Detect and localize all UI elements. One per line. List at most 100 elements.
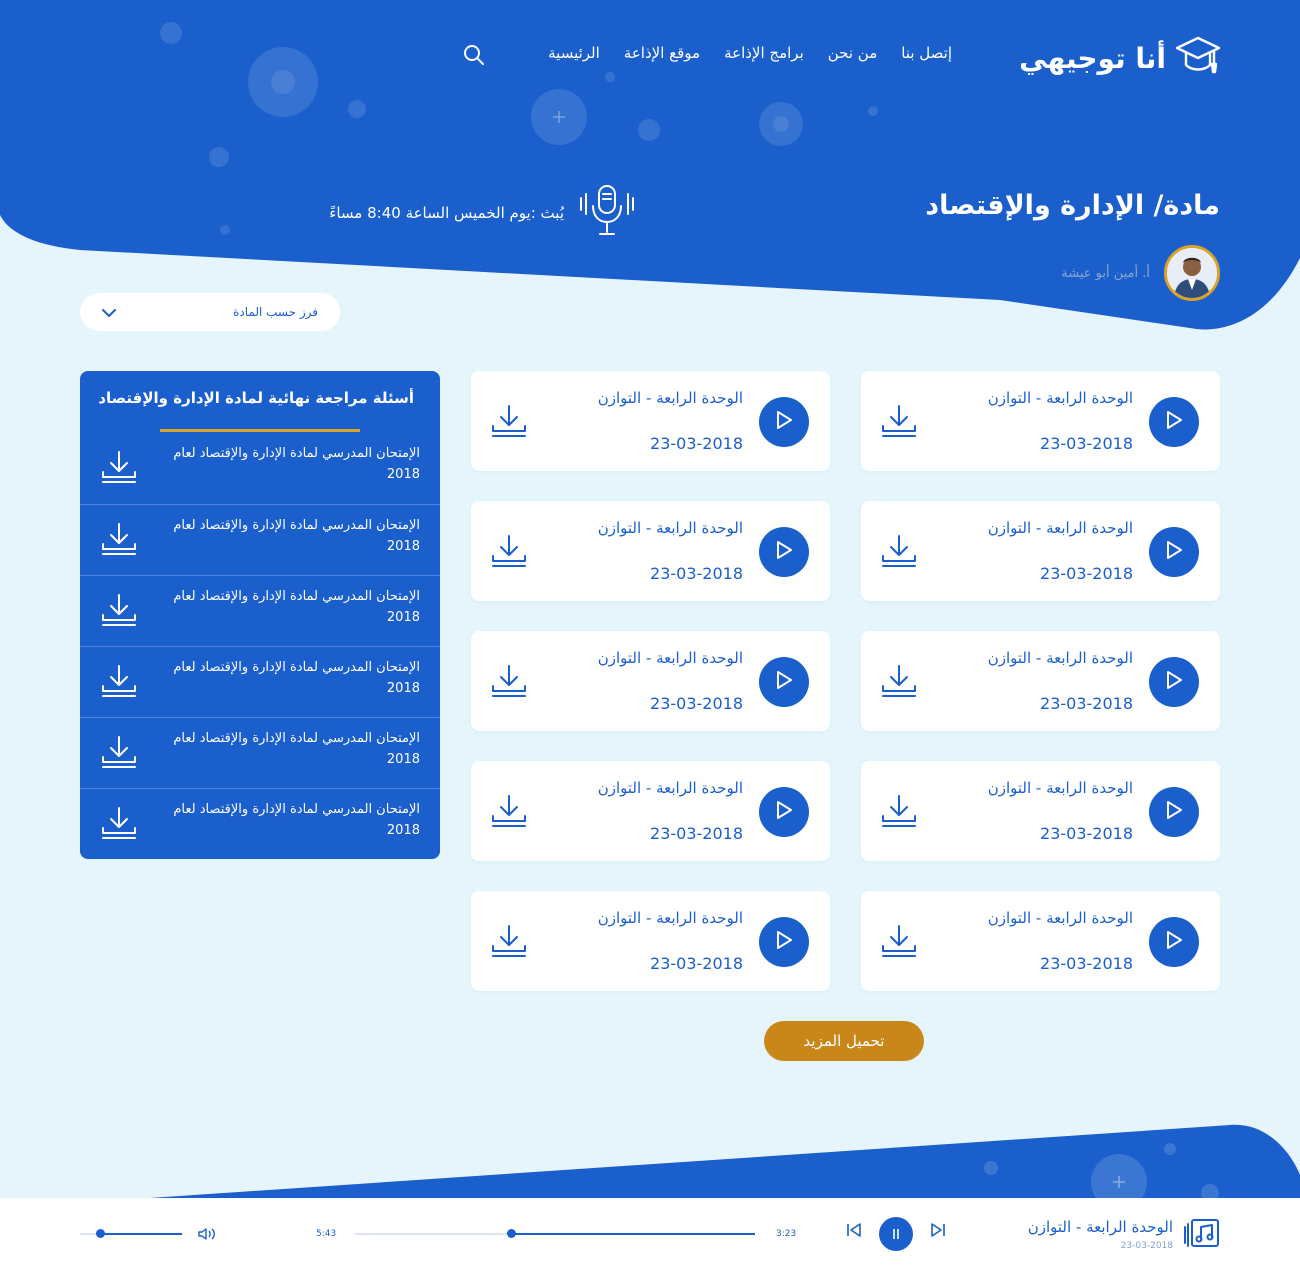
episode-date: 23-03-2018 (1040, 824, 1133, 843)
play-button[interactable] (1149, 657, 1199, 707)
episode-date: 23-03-2018 (650, 954, 743, 973)
episode-date: 23-03-2018 (650, 824, 743, 843)
play-button[interactable] (1149, 397, 1199, 447)
play-icon (775, 670, 793, 694)
play-icon (1165, 930, 1183, 954)
microphone-icon (578, 182, 636, 244)
nav-radio-site[interactable]: موقع الإذاعة (624, 44, 700, 62)
review-questions-panel: أسئلة مراجعة نهائية لمادة الإدارة والإقت… (80, 371, 440, 859)
download-icon[interactable] (490, 664, 528, 702)
episode-card: الوحدة الرابعة - التوازن 23-03-2018 (861, 891, 1220, 991)
play-icon (775, 800, 793, 824)
main-nav: الرئيسية موقع الإذاعة برامج الإذاعة من ن… (548, 44, 952, 62)
nav-about[interactable]: من نحن (828, 44, 878, 62)
play-button[interactable] (759, 397, 809, 447)
episode-title: الوحدة الرابعة - التوازن (597, 779, 743, 797)
volume-slider[interactable] (80, 1229, 182, 1238)
review-item[interactable]: الإمتحان المدرسي لمادة الإدارة والإقتصاد… (80, 717, 440, 788)
episode-title: الوحدة الرابعة - التوازن (987, 649, 1133, 667)
current-time: 3:23 (776, 1229, 797, 1239)
skip-previous-icon[interactable] (846, 1222, 862, 1242)
nav-contact[interactable]: إتصل بنا (901, 44, 952, 62)
logo-text: أنا توجيهي (1019, 41, 1166, 75)
title-underline (160, 429, 360, 432)
download-icon[interactable] (100, 664, 138, 702)
broadcast-schedule: يُبث :يوم الخميس الساعة 8:40 مساءً (329, 182, 636, 244)
download-icon[interactable] (490, 534, 528, 572)
play-button[interactable] (1149, 527, 1199, 577)
download-icon[interactable] (880, 404, 918, 442)
download-icon[interactable] (490, 924, 528, 962)
play-icon (775, 540, 793, 564)
chevron-down-icon (102, 303, 116, 322)
volume-handle[interactable] (96, 1229, 106, 1238)
download-icon[interactable] (100, 522, 138, 560)
episode-date: 23-03-2018 (1040, 954, 1133, 973)
play-icon (1165, 800, 1183, 824)
download-icon[interactable] (100, 450, 138, 488)
review-item-text: الإمتحان المدرسي لمادة الإدارة والإقتصاد… (173, 660, 420, 696)
nav-home[interactable]: الرئيسية (548, 44, 600, 62)
play-button[interactable] (759, 787, 809, 837)
download-icon[interactable] (490, 404, 528, 442)
download-icon[interactable] (100, 593, 138, 631)
load-more-button[interactable]: تحميل المزيد (764, 1021, 924, 1061)
broadcast-text: يُبث :يوم الخميس الساعة 8:40 مساءً (329, 204, 564, 222)
review-item-text: الإمتحان المدرسي لمادة الإدارة والإقتصاد… (173, 446, 420, 482)
download-icon[interactable] (880, 794, 918, 832)
episode-title: الوحدة الرابعة - التوازن (987, 389, 1133, 407)
search-icon[interactable] (463, 44, 485, 70)
episode-card: الوحدة الرابعة - التوازن 23-03-2018 (861, 631, 1220, 731)
pause-button[interactable] (879, 1217, 913, 1251)
episode-date: 23-03-2018 (1040, 694, 1133, 713)
review-item-text: الإمتحان المدرسي لمادة الإدارة والإقتصاد… (173, 518, 420, 554)
track-date: 23-03-2018 (1120, 1241, 1173, 1251)
subject-sort-dropdown[interactable]: فرز حسب المادة (80, 293, 340, 331)
site-logo[interactable]: أنا توجيهي (1019, 34, 1222, 82)
download-icon[interactable] (880, 924, 918, 962)
teacher-name: أ. أمين أبو عيشة (1061, 265, 1150, 281)
review-item[interactable]: الإمتحان المدرسي لمادة الإدارة والإقتصاد… (80, 433, 440, 504)
progress-handle[interactable] (507, 1229, 516, 1238)
nav-radio-programs[interactable]: برامج الإذاعة (724, 44, 804, 62)
track-title: الوحدة الرابعة - التوازن (1027, 1218, 1173, 1236)
episode-date: 23-03-2018 (1040, 564, 1133, 583)
episode-title: الوحدة الرابعة - التوازن (597, 389, 743, 407)
skip-next-icon[interactable] (930, 1222, 946, 1242)
episode-card: الوحدة الرابعة - التوازن 23-03-2018 (861, 761, 1220, 861)
pause-icon (890, 1225, 902, 1244)
audio-player: الوحدة الرابعة - التوازن 23-03-2018 3:23… (0, 1198, 1300, 1269)
review-item-text: الإمتحان المدرسي لمادة الإدارة والإقتصاد… (173, 731, 420, 767)
play-icon (1165, 670, 1183, 694)
download-icon[interactable] (100, 806, 138, 844)
play-button[interactable] (1149, 787, 1199, 837)
episode-date: 23-03-2018 (650, 434, 743, 453)
play-button[interactable] (1149, 917, 1199, 967)
play-button[interactable] (759, 527, 809, 577)
episode-card: الوحدة الرابعة - التوازن 23-03-2018 (861, 501, 1220, 601)
download-icon[interactable] (100, 735, 138, 773)
download-icon[interactable] (880, 534, 918, 572)
footer-wave (150, 1124, 1300, 1210)
progress-bar[interactable] (355, 1229, 755, 1238)
sort-label: فرز حسب المادة (233, 305, 318, 319)
play-icon (1165, 540, 1183, 564)
graduation-cap-icon (1174, 34, 1222, 82)
review-item[interactable]: الإمتحان المدرسي لمادة الإدارة والإقتصاد… (80, 504, 440, 575)
review-item[interactable]: الإمتحان المدرسي لمادة الإدارة والإقتصاد… (80, 575, 440, 646)
review-item[interactable]: الإمتحان المدرسي لمادة الإدارة والإقتصاد… (80, 646, 440, 717)
episode-title: الوحدة الرابعة - التوازن (597, 519, 743, 537)
episode-card: الوحدة الرابعة - التوازن 23-03-2018 (471, 501, 830, 601)
episode-title: الوحدة الرابعة - التوازن (597, 649, 743, 667)
episode-card: الوحدة الرابعة - التوازن 23-03-2018 (861, 371, 1220, 471)
volume-icon[interactable] (198, 1226, 216, 1245)
episode-title: الوحدة الرابعة - التوازن (987, 779, 1133, 797)
music-note-icon (1184, 1218, 1220, 1252)
download-icon[interactable] (490, 794, 528, 832)
progress-fill (511, 1233, 755, 1235)
download-icon[interactable] (880, 664, 918, 702)
play-button[interactable] (759, 657, 809, 707)
play-button[interactable] (759, 917, 809, 967)
episode-card: الوحدة الرابعة - التوازن 23-03-2018 (471, 761, 830, 861)
review-item[interactable]: الإمتحان المدرسي لمادة الإدارة والإقتصاد… (80, 788, 440, 859)
